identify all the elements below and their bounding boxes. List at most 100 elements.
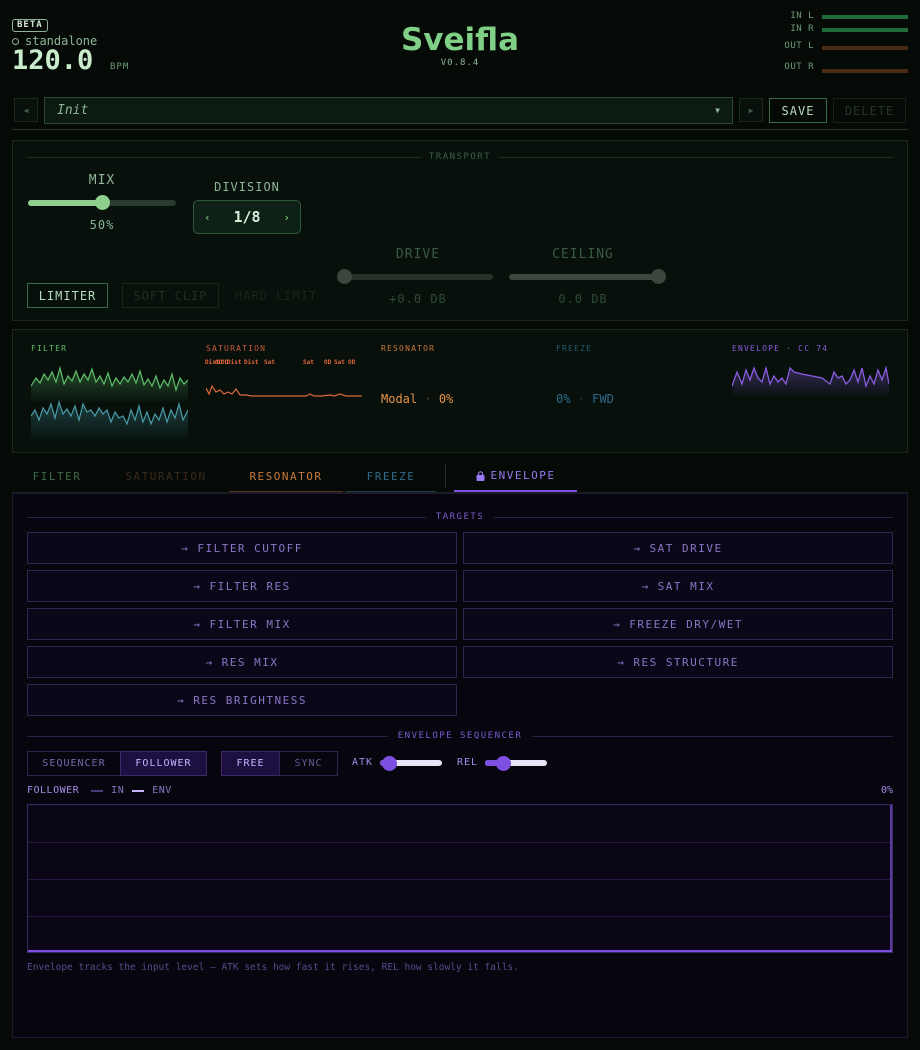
sequencer-title: ENVELOPE SEQUENCER [27,731,894,741]
slider-thumb[interactable] [94,195,110,210]
target-filter-res[interactable]: → FILTER RES [27,570,457,602]
tab-saturation[interactable]: SATURATION [112,462,220,492]
chevron-left-icon[interactable]: ‹ [204,211,211,224]
next-preset-button[interactable]: ▶ [739,98,763,122]
mix-value: 50% [89,218,115,232]
hard-limit-button[interactable]: HARD LIMIT [226,283,326,308]
envelope-value: 0% [880,785,893,796]
target-sat-mix[interactable]: → SAT MIX [463,570,893,602]
meter-bar [822,15,908,19]
target-sat-drive[interactable]: → SAT DRIVE [463,532,893,564]
limiter-button[interactable]: LIMITER [27,283,108,308]
ceiling-value: 0.0 DB [558,292,608,306]
free-button[interactable]: FREE [221,751,280,776]
arrow-right-icon: ▶ [748,105,754,115]
bpm-unit: BPM [110,62,130,72]
sync-button[interactable]: SYNC [279,751,338,776]
follower-graph [27,804,893,953]
envelope-waveform[interactable] [732,362,889,398]
tab-divider [445,464,446,488]
legend-env-label: ENV [152,785,172,796]
meter-bar [822,69,908,73]
freeze-summary[interactable]: 0% · FWD [556,392,614,406]
target-res-structure[interactable]: → RES STRUCTURE [463,646,893,678]
playhead [890,805,892,952]
delete-button[interactable]: DELETE [833,98,906,123]
mix-slider[interactable] [28,195,176,210]
rel-label: REL [457,757,479,768]
resonator-module-label: RESONATOR [381,344,436,353]
rel-slider[interactable] [485,756,547,771]
meter-bar [822,28,908,32]
resonator-mode: Modal [381,392,418,406]
tab-resonator[interactable]: RESONATOR [229,462,343,492]
atk-slider[interactable] [380,756,442,771]
freeze-value: 0% [556,392,571,406]
saturation-module-label: SATURATION [206,344,267,353]
chevron-right-icon[interactable]: › [283,211,290,224]
ceiling-slider[interactable] [509,269,666,284]
drive-label: DRIVE [395,247,441,262]
envelope-line [28,950,892,952]
saturation-curve[interactable] [206,380,362,402]
target-freeze-drywet[interactable]: → FREEZE DRY/WET [463,608,893,640]
slider-track [344,274,493,280]
target-res-mix[interactable]: → RES MIX [27,646,457,678]
sat-tag: Sat [334,359,345,366]
beta-badge: BETA [12,19,48,32]
preset-name: Init [57,103,89,118]
drive-slider[interactable] [336,269,493,284]
lock-icon [476,471,484,481]
slider-thumb[interactable] [336,269,352,284]
section-title: TRANSPORT [428,152,492,162]
tab-filter[interactable]: FILTER [12,462,102,492]
sat-tag: Dist [244,359,259,366]
slider-thumb[interactable] [650,269,666,284]
freeze-module-label: FREEZE [556,344,593,353]
grid-line [28,879,892,880]
sat-tag: Dist [227,359,242,366]
ceiling-label: CEILING [552,247,614,262]
sat-tag: OD [348,359,356,366]
legend-env-swatch [132,789,145,792]
slider-fill [28,200,102,206]
sequencer-mode-button[interactable]: SEQUENCER [27,751,121,776]
target-res-brightness[interactable]: → RES BRIGHTNESS [27,684,457,716]
follower-mode-button[interactable]: FOLLOWER [120,751,207,776]
save-button[interactable]: SAVE [769,98,827,123]
meter-bar [822,46,908,50]
follower-label: FOLLOWER [27,785,80,796]
atk-label: ATK [352,757,374,768]
meter-label: IN R [790,24,814,34]
preset-select[interactable]: Init ▼ [44,97,733,124]
division-stepper[interactable]: ‹ 1/8 › [193,200,301,234]
saturation-tags: Dist OD OD Dist Dist Sat Sat OD Sat OD [205,359,365,367]
sat-tag: Sat [264,359,275,366]
meter-label: OUT R [784,62,814,72]
section-title: ENVELOPE SEQUENCER [397,731,523,741]
tab-envelope-label: ENVELOPE [490,469,556,482]
drive-value: +0.0 DB [389,292,447,306]
slider-track [509,274,658,280]
division-label: DIVISION [214,180,280,194]
app-title: Sveifla [400,22,520,58]
prev-preset-button[interactable]: ◀ [14,98,38,122]
target-filter-cutoff[interactable]: → FILTER CUTOFF [27,532,457,564]
divider [12,129,908,130]
division-value: 1/8 [233,208,261,226]
status-dot-icon [12,37,19,45]
soft-clip-button[interactable]: SOFT CLIP [122,283,219,308]
mix-label: MIX [88,173,116,188]
separator: · [424,392,432,406]
target-filter-mix[interactable]: → FILTER MIX [27,608,457,640]
slider-thumb[interactable] [381,756,397,771]
resonator-summary[interactable]: Modal · 0% [381,392,453,406]
arrow-left-icon: ◀ [23,105,29,115]
tab-envelope[interactable]: ENVELOPE [454,462,577,492]
section-title: TARGETS [435,512,485,522]
legend-in-label: IN [111,785,125,796]
slider-thumb[interactable] [496,756,512,771]
bpm-value[interactable]: 120.0 [12,45,93,76]
tab-freeze[interactable]: FREEZE [346,462,436,492]
filter-waveform[interactable] [31,364,188,442]
